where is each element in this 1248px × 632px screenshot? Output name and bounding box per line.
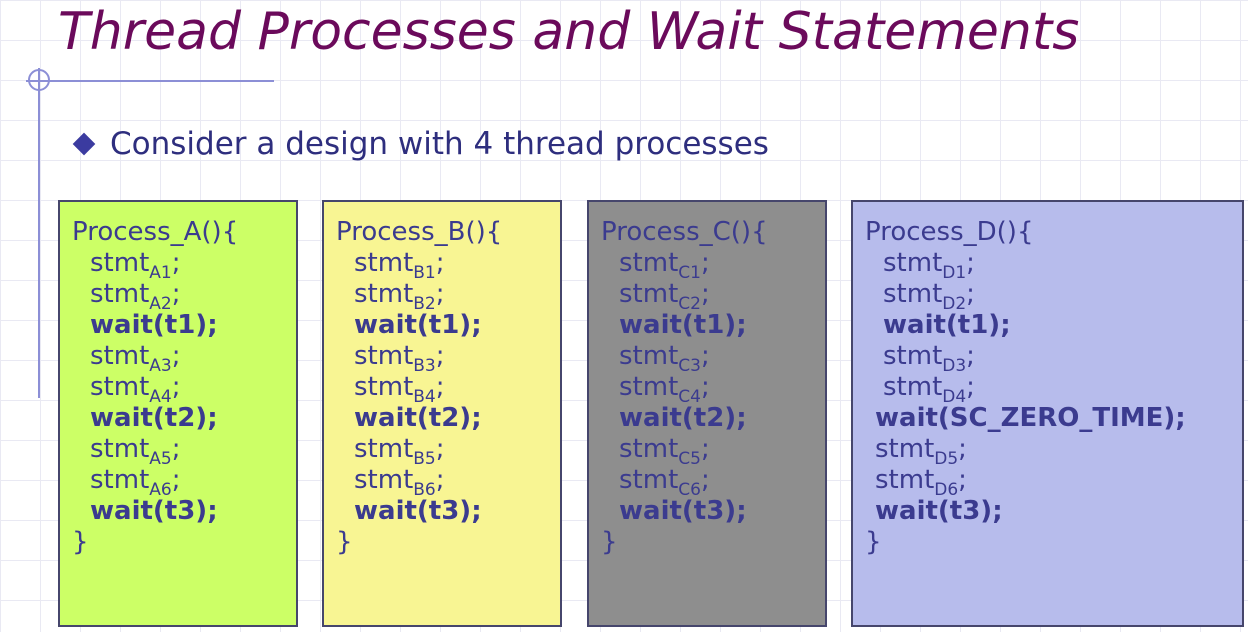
diamond-bullet-icon <box>72 132 96 156</box>
stmt-line: stmtA4; <box>90 372 181 407</box>
stmt-line: stmtA2; <box>90 279 181 314</box>
process-b-box: Process_B(){ stmtB1; stmtB2; wait(t1); s… <box>322 200 562 627</box>
process-c-box: Process_C(){ stmtC1; stmtC2; wait(t1); s… <box>587 200 827 627</box>
process-a-box: Process_A(){ stmtA1; stmtA2; wait(t1); s… <box>58 200 298 627</box>
stmt-line: stmtB2; <box>354 279 445 314</box>
stmt-line: stmtC3; <box>619 341 710 376</box>
closing-brace: } <box>601 527 618 557</box>
stmt-line: stmtC4; <box>619 372 710 407</box>
side-rule <box>38 68 40 398</box>
stmt-line: stmtA5; <box>90 434 181 469</box>
stmt-line: stmtB3; <box>354 341 445 376</box>
stmt-line: stmtC1; <box>619 248 710 283</box>
wait-line: wait(t2); <box>90 403 218 433</box>
stmt-line: stmtD6; <box>875 465 967 500</box>
wait-line: wait(t3); <box>619 496 747 526</box>
stmt-line: stmtD5; <box>875 434 967 469</box>
stmt-line: stmtD3; <box>883 341 975 376</box>
wait-line: wait(t1); <box>619 310 747 340</box>
closing-brace: } <box>865 527 882 557</box>
wait-line: wait(t3); <box>875 496 1003 526</box>
process-header: Process_D(){ <box>865 217 1034 247</box>
stmt-line: stmtA1; <box>90 248 181 283</box>
stmt-line: stmtC6; <box>619 465 710 500</box>
stmt-line: stmtA3; <box>90 341 181 376</box>
stmt-line: stmtB6; <box>354 465 445 500</box>
stmt-line: stmtA6; <box>90 465 181 500</box>
slide-title: Thread Processes and Wait Statements <box>58 2 1080 62</box>
process-d-box: Process_D(){ stmtD1; stmtD2; wait(t1); s… <box>851 200 1244 627</box>
wait-line: wait(t1); <box>354 310 482 340</box>
stmt-line: stmtB4; <box>354 372 445 407</box>
stmt-line: stmtD1; <box>883 248 975 283</box>
wait-line: wait(SC_ZERO_TIME); <box>875 403 1186 433</box>
stmt-line: stmtB5; <box>354 434 445 469</box>
wait-line: wait(t1); <box>883 310 1011 340</box>
wait-line: wait(t3); <box>90 496 218 526</box>
wait-line: wait(t3); <box>354 496 482 526</box>
stmt-line: stmtC5; <box>619 434 710 469</box>
title-underline <box>26 80 274 82</box>
stmt-line: stmtB1; <box>354 248 445 283</box>
process-header: Process_C(){ <box>601 217 768 247</box>
wait-line: wait(t2); <box>354 403 482 433</box>
closing-brace: } <box>336 527 353 557</box>
bullet-text: Consider a design with 4 thread processe… <box>110 126 769 162</box>
closing-brace: } <box>72 527 89 557</box>
stmt-line: stmtD4; <box>883 372 975 407</box>
process-header: Process_B(){ <box>336 217 503 247</box>
process-header: Process_A(){ <box>72 217 239 247</box>
stmt-line: stmtC2; <box>619 279 710 314</box>
wait-line: wait(t1); <box>90 310 218 340</box>
stmt-line: stmtD2; <box>883 279 975 314</box>
bullet-item: Consider a design with 4 thread processe… <box>72 124 769 164</box>
wait-line: wait(t2); <box>619 403 747 433</box>
